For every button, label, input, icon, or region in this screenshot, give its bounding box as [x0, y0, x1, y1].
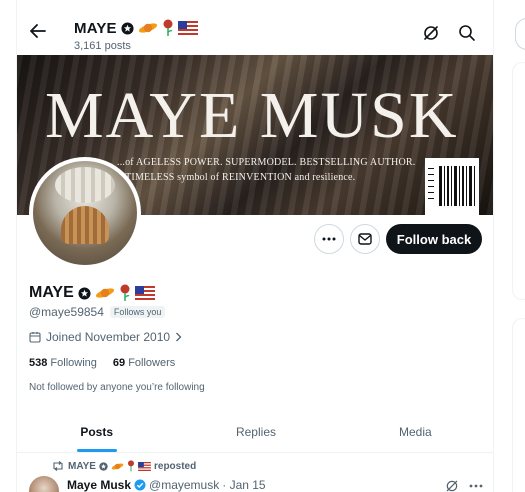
us-flag-emoji [138, 461, 151, 471]
message-icon [358, 233, 372, 245]
grok-button[interactable] [422, 24, 440, 42]
rose-emoji [120, 284, 130, 301]
post-count: 3,161 posts [74, 40, 131, 52]
profile-avatar[interactable] [29, 157, 141, 269]
banner-title: MAYE MUSK [45, 79, 459, 152]
back-button[interactable] [27, 20, 49, 42]
profile-name: MAYE [29, 284, 74, 301]
grok-icon[interactable] [445, 479, 459, 492]
rose-emoji [127, 460, 134, 472]
saturn-emoji [111, 463, 124, 469]
banner-tagline-1: ...of AGELESS POWER. SUPERMODEL. BESTSEL… [117, 157, 416, 168]
star-badge-icon [78, 286, 91, 300]
right-sidebar [495, 0, 525, 492]
star-badge-icon [121, 21, 134, 35]
more-icon [322, 237, 336, 241]
follows-you-badge: Follows you [109, 306, 166, 318]
profile-info: MAYE @maye59854 Follows you [29, 282, 166, 319]
tweet-author-handle[interactable]: @mayemusk [149, 478, 219, 492]
tab-replies[interactable]: Replies [176, 411, 335, 452]
profile-page: MAYE 3,161 posts MAYE MUSK ...of AGELESS… [0, 0, 525, 492]
more-icon[interactable] [469, 484, 483, 488]
repost-label: reposted [153, 460, 197, 472]
repost-context[interactable]: MAYE reposted [51, 460, 196, 472]
reposter-name: MAYE [68, 460, 96, 472]
mutual-followers-note: Not followed by anyone you’re following [29, 382, 205, 393]
back-arrow-icon [30, 24, 46, 38]
barcode-graphic [425, 158, 479, 215]
grok-icon [424, 26, 438, 40]
followers-link[interactable]: 69 Followers [113, 357, 175, 369]
saturn-emoji [95, 288, 114, 298]
chevron-right-icon [176, 332, 182, 342]
sidebar-search-input[interactable] [515, 18, 525, 50]
tweet-actions-top [445, 479, 483, 492]
profile-header: MAYE 3,161 posts [17, 0, 493, 55]
us-flag-emoji [177, 21, 198, 35]
sidebar-card [512, 318, 525, 492]
profile-tabs: Posts Replies Media [17, 411, 493, 453]
message-button[interactable] [350, 224, 380, 254]
sidebar-card [512, 62, 525, 300]
tweet-author-avatar[interactable] [29, 476, 59, 492]
more-button[interactable] [314, 224, 344, 254]
tab-posts[interactable]: Posts [17, 411, 176, 452]
following-link[interactable]: 538 Following [29, 357, 97, 369]
header-title-block: MAYE 3,161 posts [74, 18, 198, 52]
profile-column: MAYE 3,161 posts MAYE MUSK ...of AGELESS… [16, 0, 494, 492]
follow-back-button[interactable]: Follow back [386, 224, 482, 254]
left-gutter [0, 0, 16, 492]
tab-media[interactable]: Media [336, 411, 493, 452]
verified-icon [134, 479, 146, 491]
profile-handle: @maye59854 [29, 305, 104, 319]
calendar-icon [29, 332, 41, 343]
rose-emoji [163, 19, 173, 36]
active-tab-indicator [76, 449, 117, 452]
search-icon [459, 25, 475, 41]
tweet-header: Maye Musk @mayemusk · Jan 15 [67, 478, 266, 492]
us-flag-emoji [134, 286, 155, 300]
joined-date[interactable]: Joined November 2010 [29, 330, 182, 344]
tweet-date[interactable]: · Jan 15 [222, 478, 265, 492]
tweet-author-name[interactable]: Maye Musk [67, 478, 131, 492]
search-button[interactable] [458, 24, 476, 42]
saturn-emoji [138, 23, 157, 33]
banner-tagline-2: ...TIMELESS symbol of REINVENTION and re… [117, 172, 356, 183]
header-name: MAYE [74, 19, 117, 37]
joined-text: Joined November 2010 [46, 330, 171, 344]
star-badge-icon [99, 461, 108, 471]
repost-icon [53, 461, 63, 471]
follow-stats: 538 Following 69 Followers [29, 357, 175, 369]
